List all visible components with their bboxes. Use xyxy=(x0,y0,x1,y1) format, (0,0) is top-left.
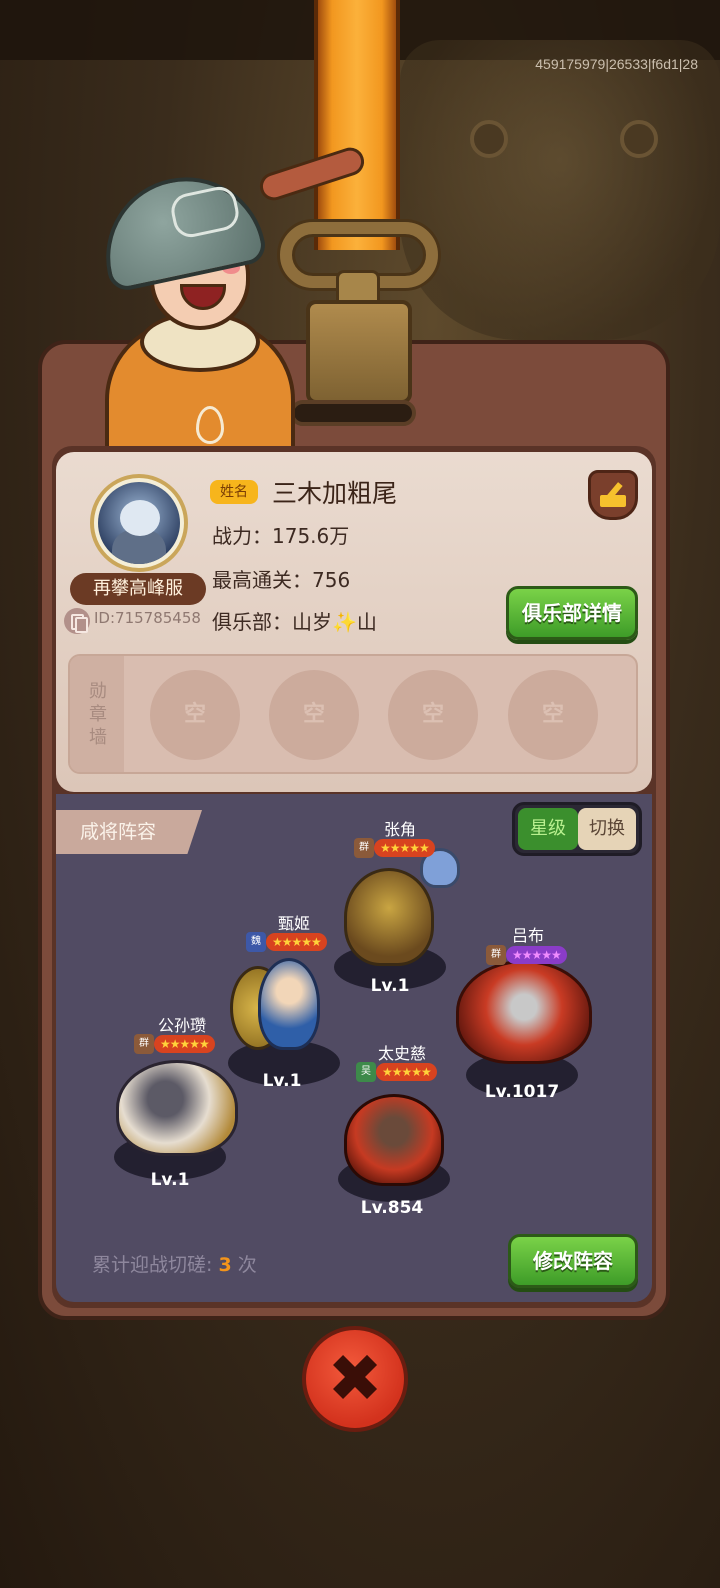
background-bolt xyxy=(470,120,508,158)
battle-count-prefix: 累计迎战切磋: xyxy=(92,1254,213,1276)
player-id: ID:715785458 xyxy=(94,609,201,627)
unit-figure-zhangjiao[interactable] xyxy=(344,868,434,966)
lanyard-strap xyxy=(314,0,400,250)
name-tag: 姓名 xyxy=(210,480,258,504)
copy-icon[interactable] xyxy=(64,608,90,634)
badge-slot[interactable]: 空 xyxy=(269,670,359,760)
badge-slot[interactable]: 空 xyxy=(508,670,598,760)
unit-name: 公孙瓒 xyxy=(157,1016,206,1035)
character-emblem xyxy=(196,406,224,444)
unit-level: Lv.1 xyxy=(150,1170,190,1190)
faction-badge: 群 xyxy=(354,838,374,858)
close-button[interactable]: ✖ xyxy=(302,1326,408,1432)
unit-level: Lv.854 xyxy=(360,1198,424,1218)
badge-slot[interactable]: 空 xyxy=(388,670,478,760)
background-bolt xyxy=(620,120,658,158)
badge-slot[interactable]: 空 xyxy=(150,670,240,760)
unit-level: Lv.1 xyxy=(370,976,410,996)
faction-badge: 群 xyxy=(134,1034,154,1054)
battle-count: 累计迎战切磋: 3 次 xyxy=(92,1250,257,1277)
unit-figure-zhenji[interactable] xyxy=(258,958,320,1050)
unit-name: 太史慈 xyxy=(377,1044,426,1063)
edit-profile-button[interactable] xyxy=(588,470,638,520)
avatar[interactable] xyxy=(98,482,180,564)
highest-stage-stat: 最高通关：756 xyxy=(212,568,351,592)
star-rating: ★★★★★ xyxy=(506,946,567,964)
star-rating: ★★★★★ xyxy=(374,839,435,857)
club-details-button[interactable]: 俱乐部详情 xyxy=(506,586,638,640)
faction-badge: 吴 xyxy=(356,1062,376,1082)
build-id-label: 459175979|26533|f6d1|28 xyxy=(535,56,698,72)
lanyard-clip xyxy=(306,300,412,404)
avatar-face xyxy=(120,500,160,536)
power-stat: 战力：175.6万 xyxy=(212,524,350,548)
star-rating: ★★★★★ xyxy=(376,1063,437,1081)
faction-badge: 群 xyxy=(486,945,506,965)
card-slot xyxy=(290,400,416,426)
player-name: 三木加粗尾 xyxy=(272,479,398,508)
unit-name: 甄姬 xyxy=(277,914,310,933)
star-rating: ★★★★★ xyxy=(154,1035,215,1053)
modify-lineup-button[interactable]: 修改阵容 xyxy=(508,1234,638,1288)
unit-figure-taishici[interactable] xyxy=(344,1094,444,1186)
unit-level: Lv.1017 xyxy=(484,1082,560,1102)
club-stat: 俱乐部：山岁✨山 xyxy=(212,610,377,634)
server-badge: 再攀高峰服 xyxy=(70,573,206,605)
toggle-switch[interactable]: 切换 xyxy=(578,808,636,850)
star-rating: ★★★★★ xyxy=(266,933,327,951)
battle-count-suffix: 次 xyxy=(237,1254,257,1276)
close-icon: ✖ xyxy=(327,1340,383,1417)
badge-wall-label: 勋章墙 xyxy=(89,681,107,748)
background-machine xyxy=(400,40,720,340)
lineup-tab: 咸将阵容 xyxy=(56,810,202,854)
unit-figure-gongsunzan[interactable] xyxy=(116,1060,238,1156)
faction-badge: 魏 xyxy=(246,932,266,952)
unit-level: Lv.1 xyxy=(262,1071,302,1091)
toggle-star-level[interactable]: 星级 xyxy=(518,808,578,850)
unit-name: 张角 xyxy=(383,820,416,839)
battle-count-value: 3 xyxy=(218,1254,232,1276)
unit-name: 吕布 xyxy=(511,926,544,945)
unit-figure-lvbu[interactable] xyxy=(456,960,592,1064)
